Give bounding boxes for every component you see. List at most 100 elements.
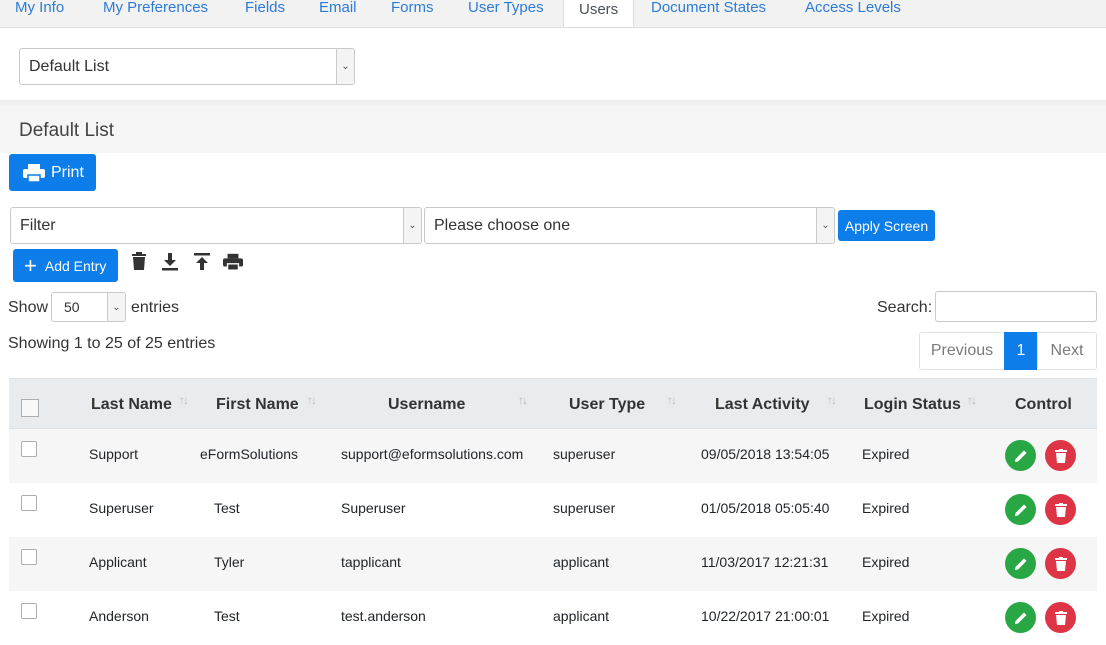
cell-last-activity: 10/22/2017 21:00:01: [701, 608, 830, 624]
trash-icon: [1054, 502, 1067, 517]
pencil-icon: [1014, 612, 1026, 624]
chevron-down-icon: ⌄: [403, 208, 421, 243]
entries-label: entries: [131, 299, 180, 316]
next-page-button[interactable]: Next: [1037, 332, 1097, 370]
apply-screen-button[interactable]: Apply Screen: [838, 210, 935, 241]
table-info: Showing 1 to 25 of 25 entries: [8, 335, 216, 352]
page-title: Default List: [19, 120, 115, 141]
trash-icon: [1054, 610, 1067, 625]
sort-icon[interactable]: ↑↓: [827, 393, 837, 407]
edit-button[interactable]: [1005, 602, 1036, 633]
filter-select[interactable]: Filter ⌄: [10, 207, 422, 244]
download-icon[interactable]: [160, 252, 180, 272]
col-last-name[interactable]: Last Name: [91, 396, 172, 414]
row-checkbox[interactable]: [21, 603, 37, 619]
page-length-select[interactable]: 50 ⌄: [51, 292, 126, 322]
settings-tabs: My Info My Preferences Fields Email Form…: [0, 0, 1106, 28]
select-all-checkbox[interactable]: [21, 399, 39, 417]
cell-last-activity: 01/05/2018 05:05:40: [701, 500, 830, 516]
list-select[interactable]: Default List ⌄: [19, 48, 355, 85]
table-row: Anderson Test test.anderson applicant 10…: [9, 591, 1097, 645]
col-last-activity[interactable]: Last Activity: [715, 396, 810, 414]
row-checkbox[interactable]: [21, 549, 37, 565]
cell-login-status: Expired: [862, 500, 910, 516]
tab-user-types[interactable]: User Types: [468, 0, 544, 26]
delete-button[interactable]: [1045, 494, 1076, 525]
previous-page-button[interactable]: Previous: [919, 332, 1005, 370]
add-entry-button[interactable]: + Add Entry: [13, 249, 118, 282]
cell-first-name: Test: [214, 608, 240, 624]
cell-login-status: Expired: [862, 446, 910, 462]
tab-my-info[interactable]: My Info: [15, 0, 64, 26]
sort-icon[interactable]: ↑↓: [307, 393, 317, 407]
search-label: Search:: [877, 299, 933, 316]
cell-last-activity: 11/03/2017 12:21:31: [701, 554, 829, 570]
tab-access-levels[interactable]: Access Levels: [805, 0, 901, 26]
cell-login-status: Expired: [862, 608, 910, 624]
cell-user-type: superuser: [553, 446, 616, 462]
print-button[interactable]: Print: [9, 154, 96, 191]
page-length-value: 50: [64, 299, 80, 315]
cell-last-name: Superuser: [89, 500, 154, 516]
row-checkbox[interactable]: [21, 495, 37, 511]
pencil-icon: [1014, 558, 1026, 570]
delete-button[interactable]: [1045, 440, 1076, 471]
edit-button[interactable]: [1005, 548, 1036, 579]
tab-my-preferences[interactable]: My Preferences: [103, 0, 208, 26]
print-label: Print: [51, 163, 84, 181]
screen-select[interactable]: Please choose one ⌄: [424, 207, 835, 244]
cell-first-name: Test: [214, 500, 240, 516]
row-checkbox[interactable]: [21, 441, 37, 457]
col-login-status[interactable]: Login Status: [864, 396, 961, 414]
chevron-down-icon: ⌄: [816, 208, 834, 243]
list-select-value: Default List: [29, 57, 110, 75]
show-label: Show: [8, 299, 49, 316]
table-row: Superuser Test Superuser superuser 01/05…: [9, 483, 1097, 537]
trash-icon: [1054, 448, 1067, 463]
cell-username: Superuser: [341, 500, 406, 516]
delete-button[interactable]: [1045, 548, 1076, 579]
col-username[interactable]: Username: [388, 396, 465, 414]
delete-button[interactable]: [1045, 602, 1076, 633]
table-row: Applicant Tyler tapplicant applicant 11/…: [9, 537, 1097, 591]
cell-login-status: Expired: [862, 554, 910, 570]
trash-icon[interactable]: [129, 252, 149, 272]
trash-icon: [1054, 556, 1067, 571]
edit-button[interactable]: [1005, 494, 1036, 525]
cell-username: test.anderson: [341, 608, 426, 624]
sort-icon[interactable]: ↑↓: [179, 393, 189, 407]
pencil-icon: [1014, 504, 1026, 516]
tab-fields[interactable]: Fields: [245, 0, 285, 26]
cell-first-name: Tyler: [214, 554, 245, 570]
cell-last-name: Support: [89, 446, 139, 462]
cell-user-type: superuser: [553, 500, 616, 516]
sort-icon[interactable]: ↑↓: [667, 393, 677, 407]
pencil-icon: [1014, 450, 1026, 462]
filter-select-value: Filter: [20, 216, 56, 234]
chevron-down-icon: ⌄: [336, 49, 354, 84]
chevron-down-icon: ⌄: [107, 293, 125, 321]
tab-document-states[interactable]: Document States: [651, 0, 766, 26]
tab-users[interactable]: Users: [563, 0, 635, 27]
cell-first-name: eFormSolutions: [200, 446, 299, 462]
cell-username: tapplicant: [341, 554, 401, 570]
col-control: Control: [1015, 396, 1072, 413]
add-entry-label: Add Entry: [44, 257, 107, 274]
edit-button[interactable]: [1005, 440, 1036, 471]
cell-username: support@eformsolutions.com: [341, 446, 524, 462]
cell-last-name: Applicant: [89, 554, 147, 570]
tab-email[interactable]: Email: [319, 0, 357, 26]
cell-user-type: applicant: [553, 608, 610, 624]
list-header: Default List: [0, 106, 1106, 153]
printer-icon[interactable]: [223, 252, 243, 272]
table-header: Last Name ↑↓ First Name ↑↓ Username ↑↓ U…: [9, 378, 1097, 429]
search-input[interactable]: [935, 291, 1097, 322]
sort-icon[interactable]: ↑↓: [518, 393, 528, 407]
page-1-button[interactable]: 1: [1004, 332, 1038, 370]
col-user-type[interactable]: User Type: [569, 396, 645, 414]
tab-forms[interactable]: Forms: [391, 0, 434, 26]
upload-icon[interactable]: [192, 252, 212, 272]
cell-user-type: applicant: [553, 554, 610, 570]
col-first-name[interactable]: First Name: [216, 396, 299, 414]
sort-icon[interactable]: ↑↓: [967, 393, 977, 407]
